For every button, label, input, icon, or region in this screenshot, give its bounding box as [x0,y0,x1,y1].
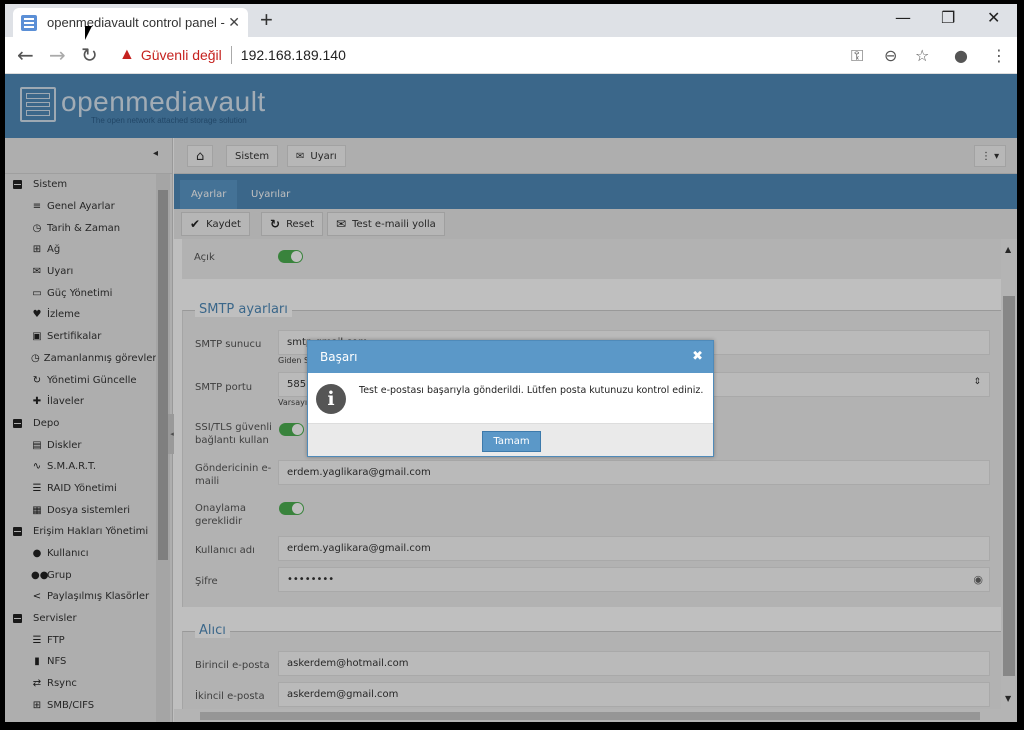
restore-button[interactable]: ❐ [941,8,955,27]
success-dialog: Başarı ✖ i Test e-postası başarıyla gönd… [307,340,714,457]
omv-favicon-icon [21,14,37,31]
dialog-title: Başarı [320,350,358,364]
security-label: Güvenli değil [140,47,222,63]
url-text: 192.168.189.140 [240,47,346,63]
tab-close-icon[interactable]: ✕ [228,15,240,31]
ok-button[interactable]: Tamam [482,431,541,452]
dialog-header: Başarı [308,341,713,373]
address-divider [230,46,232,64]
address-bar[interactable]: ▲ Güvenli değil 192.168.189.140 [111,41,841,69]
menu-icon[interactable]: ⋮ [991,46,1007,65]
browser-toolbar: ← → ↻ ▲ Güvenli değil 192.168.189.140 ⚿ … [5,37,1017,74]
warning-icon: ▲ [119,46,135,63]
zoom-icon[interactable]: ⊖ [884,46,897,65]
dialog-close-icon[interactable]: ✖ [692,349,703,364]
tab-title: openmediavault control panel - c [47,15,225,30]
window-close-button[interactable]: ✕ [987,8,1000,27]
browser-window: openmediavault control panel - c ✕ + — ❐… [5,4,1017,722]
reload-icon[interactable]: ↻ [81,43,98,67]
star-icon[interactable]: ☆ [915,46,929,65]
minimize-button[interactable]: — [895,8,911,27]
new-tab-button[interactable]: + [260,7,273,33]
dialog-footer: Tamam [308,423,713,456]
profile-icon[interactable]: ● [954,46,968,65]
browser-tab[interactable]: openmediavault control panel - c ✕ [13,8,248,37]
forward-arrow-icon[interactable]: → [49,43,66,67]
info-icon: i [316,384,346,414]
browser-titlebar: openmediavault control panel - c ✕ + — ❐… [5,4,1017,37]
mouse-cursor-icon [85,26,92,40]
key-icon[interactable]: ⚿ [851,46,863,66]
back-arrow-icon[interactable]: ← [17,43,34,67]
dialog-message: Test e-postası başarıyla gönderildi. Lüt… [359,385,704,396]
